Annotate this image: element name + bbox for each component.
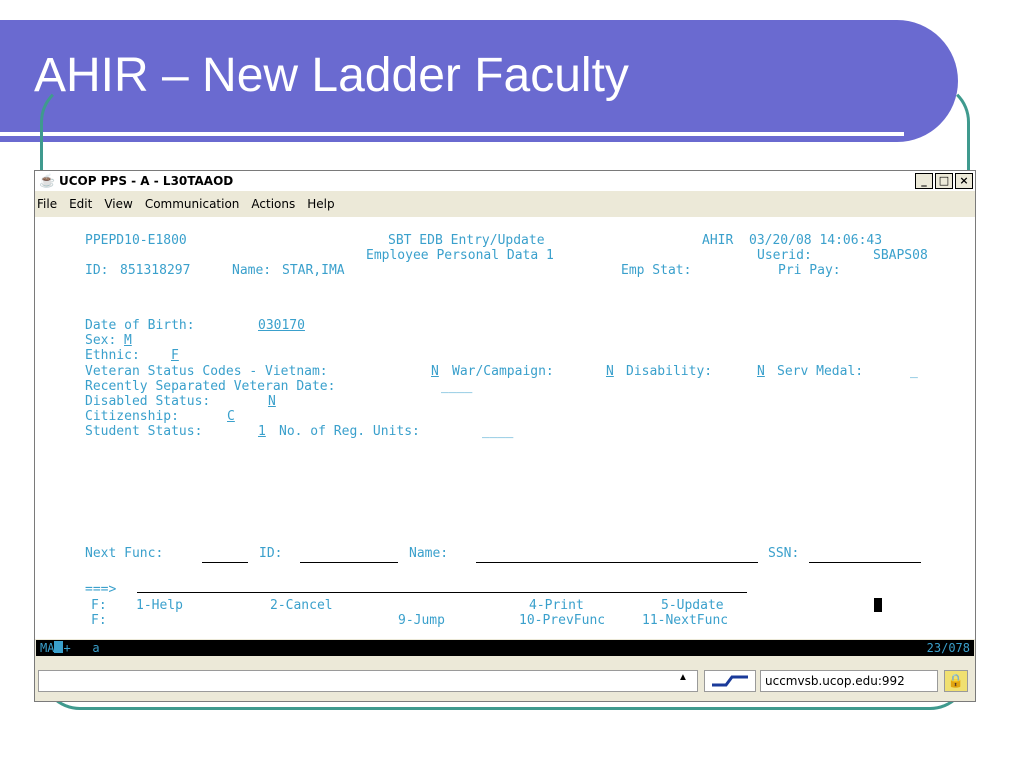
userid-label: Userid: bbox=[757, 248, 812, 263]
pf-help[interactable]: 1-Help bbox=[136, 598, 183, 613]
pf-update[interactable]: 5-Update bbox=[661, 598, 724, 613]
pf-jump[interactable]: 9-Jump bbox=[398, 613, 445, 628]
lock-icon: 🔒 bbox=[944, 670, 968, 692]
nav-name-input[interactable] bbox=[476, 551, 758, 563]
minimize-button[interactable]: _ bbox=[915, 173, 933, 189]
window-titlebar[interactable]: ☕ UCOP PPS - A - L30TAAOD _ □ × bbox=[35, 171, 975, 191]
pri-pay-label: Pri Pay: bbox=[778, 263, 841, 278]
student-status-field[interactable]: 1 bbox=[258, 424, 266, 439]
ethnic-label: Ethnic: bbox=[85, 348, 140, 363]
userid-value: SBAPS08 bbox=[873, 248, 928, 263]
screen-id: PPEPD10-E1800 bbox=[85, 233, 187, 248]
menu-file[interactable]: File bbox=[35, 197, 63, 211]
terminal-cursor bbox=[874, 598, 882, 612]
menu-bar: File Edit View Communication Actions Hel… bbox=[35, 193, 975, 215]
cursor-position: 23/078 bbox=[926, 641, 970, 655]
command-prompt: ===> bbox=[85, 582, 117, 597]
pf-cancel[interactable]: 2-Cancel bbox=[270, 598, 333, 613]
menu-communication[interactable]: Communication bbox=[139, 197, 246, 211]
operator-info-area: MA + a 23/078 bbox=[36, 640, 974, 656]
disabled-status-label: Disabled Status: bbox=[85, 394, 211, 409]
func-code: AHIR bbox=[702, 233, 734, 248]
menu-help[interactable]: Help bbox=[301, 197, 340, 211]
war-campaign-field[interactable]: N bbox=[606, 364, 614, 379]
pf-prev-func[interactable]: 10-PrevFunc bbox=[519, 613, 605, 628]
status-arrow-icon[interactable]: ▲ bbox=[678, 672, 688, 683]
emp-stat-label: Emp Stat: bbox=[621, 263, 692, 278]
menu-edit[interactable]: Edit bbox=[63, 197, 98, 211]
maximize-button[interactable]: □ bbox=[935, 173, 953, 189]
oia-flags: + a bbox=[63, 641, 100, 655]
serv-medal-label: Serv Medal: bbox=[777, 364, 864, 379]
pf-row2-prefix: F: bbox=[91, 613, 107, 628]
java-cup-icon: ☕ bbox=[39, 173, 56, 188]
pf-next-func[interactable]: 11-NextFunc bbox=[642, 613, 728, 628]
window-title: UCOP PPS - A - L30TAAOD bbox=[59, 174, 234, 188]
pf-print[interactable]: 4-Print bbox=[529, 598, 584, 613]
nav-id-label: ID: bbox=[259, 546, 283, 561]
next-func-label: Next Func: bbox=[85, 546, 164, 561]
war-campaign-label: War/Campaign: bbox=[452, 364, 554, 379]
sex-label: Sex: bbox=[85, 333, 117, 348]
oia-left: MA + a bbox=[40, 640, 100, 656]
recent-veteran-label: Recently Separated Veteran Date: bbox=[85, 379, 336, 394]
id-label: ID: bbox=[85, 263, 109, 278]
disability-field[interactable]: N bbox=[757, 364, 765, 379]
nav-ssn-input[interactable] bbox=[809, 551, 921, 563]
reg-units-field[interactable]: ____ bbox=[482, 424, 513, 439]
vietnam-field[interactable]: N bbox=[431, 364, 439, 379]
nav-ssn-label: SSN: bbox=[768, 546, 800, 561]
student-status-label: Student Status: bbox=[85, 424, 203, 439]
citizenship-label: Citizenship: bbox=[85, 409, 179, 424]
id-value: 851318297 bbox=[120, 263, 191, 278]
citizenship-field[interactable]: C bbox=[227, 409, 235, 424]
window-statusbar: ▲ uccmvsb.ucop.edu:992 🔒 bbox=[36, 668, 974, 696]
system-title: SBT EDB Entry/Update bbox=[388, 233, 545, 248]
ethnic-field[interactable]: F bbox=[171, 348, 179, 363]
disabled-status-field[interactable]: N bbox=[268, 394, 276, 409]
command-input[interactable] bbox=[137, 581, 747, 593]
close-button[interactable]: × bbox=[955, 173, 973, 189]
menu-actions[interactable]: Actions bbox=[245, 197, 301, 211]
nav-name-label: Name: bbox=[409, 546, 449, 561]
sex-field[interactable]: M bbox=[124, 333, 132, 348]
oia-ma: MA bbox=[40, 641, 55, 655]
date-time: 03/20/08 14:06:43 bbox=[749, 233, 883, 248]
serv-medal-field[interactable]: _ bbox=[910, 364, 918, 379]
disability-label: Disability: bbox=[626, 364, 713, 379]
name-label: Name: bbox=[232, 263, 272, 278]
dob-label: Date of Birth: bbox=[85, 318, 195, 333]
window-controls: _ □ × bbox=[915, 173, 973, 189]
pf-row1-prefix: F: bbox=[91, 598, 107, 613]
host-address: uccmvsb.ucop.edu:992 bbox=[760, 670, 938, 692]
reg-units-label: No. of Reg. Units: bbox=[279, 424, 420, 439]
veteran-status-label: Veteran Status Codes - Vietnam: bbox=[85, 364, 328, 379]
menu-view[interactable]: View bbox=[98, 197, 138, 211]
connection-icon bbox=[704, 670, 756, 692]
dob-field[interactable]: 030170 bbox=[258, 318, 305, 333]
status-message-pane bbox=[38, 670, 698, 692]
nav-id-input[interactable] bbox=[300, 551, 398, 563]
next-func-input[interactable] bbox=[202, 551, 248, 563]
screen-subtitle: Employee Personal Data 1 bbox=[366, 248, 554, 263]
recent-veteran-field[interactable]: ____ bbox=[441, 379, 472, 394]
name-value: STAR,IMA bbox=[282, 263, 345, 278]
